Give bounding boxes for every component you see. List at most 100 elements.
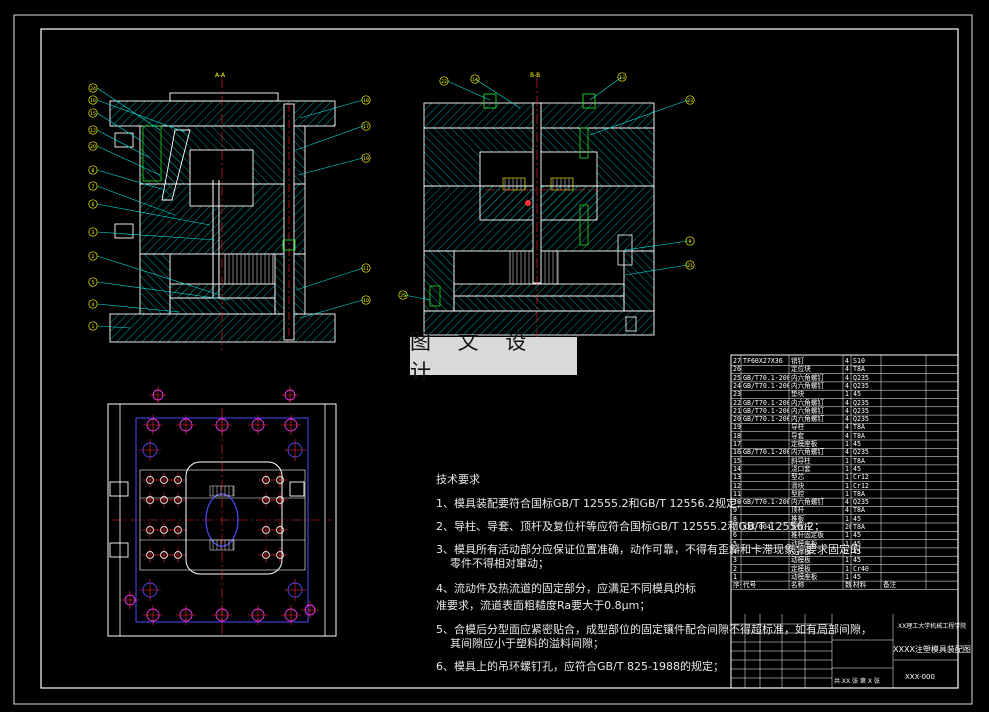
bom-cell-no: 1 [733, 572, 737, 581]
bom-cell-mat: 45 [853, 547, 861, 556]
bom-cell-name: 垫块 [791, 390, 805, 399]
bom-cell-qty: 1 [845, 390, 849, 399]
bom-cell-mat: T8A [853, 489, 865, 498]
bom-row: 19 导柱 4 T8A [732, 423, 958, 431]
bom-row: 17 定模座板 1 45 [732, 440, 958, 448]
drawing-name: XXXX注塑模具装配图 [893, 645, 971, 654]
bom-cell-name: 浇口套 [791, 464, 811, 473]
bom-row: 26 定位块 4 T8A [732, 365, 958, 373]
bom-cell-no: 19 [733, 423, 741, 432]
bom-cell-no: 9 [733, 506, 737, 515]
bom-row: 2 定模板 1 Cr40 [732, 565, 958, 573]
bom-cell-mat: Q235 [853, 498, 869, 507]
bom-cell-qty: 2 [845, 547, 849, 556]
bom-cell-qty: 1 [845, 489, 849, 498]
bom-cell-no: 15 [733, 456, 741, 465]
bom-cell-qty: 20 [845, 523, 851, 531]
bom-cell-name: 斜导柱 [791, 456, 811, 465]
bom-cell-mat: Q235 [853, 406, 869, 415]
bom-row: 8 推板 1 45 [732, 515, 958, 523]
bom-cell-mat: 45 [853, 539, 861, 548]
bom-cell-name: 支撑板 [791, 547, 811, 556]
bom-cell-no: 18 [733, 431, 741, 440]
school-name: XX理工大学机械工程学院 [898, 623, 967, 630]
bom-cell-name: 内六角螺钉 [791, 381, 824, 390]
bom-cell-no: 20 [733, 415, 741, 424]
bom-cell-no: 序号 [733, 581, 741, 590]
bom-cell-code: GB/T70.1-2000 [743, 398, 789, 407]
bom-cell-name: 定模座板 [791, 440, 818, 448]
bom-cell-no: 11 [733, 489, 741, 498]
bom-row: 1 动模座板 1 45 [732, 573, 958, 581]
bom-cell-mat: T8A [853, 365, 865, 374]
bom-cell-qty: 1 [845, 564, 849, 573]
bom-row: 21GB/T70.1-2000内六角螺钉 4 Q235 [732, 407, 958, 415]
bom-cell-qty: 4 [845, 373, 849, 382]
bom-row: 22GB/T70.1-2000内六角螺钉 4 Q235 [732, 399, 958, 407]
bom-cell-qty: 4 [845, 406, 849, 415]
bom-cell-name: 内六角螺钉 [791, 448, 824, 457]
bom-cell-mat: Q235 [853, 448, 869, 457]
bom-cell-mat: Q235 [853, 415, 869, 424]
bom-cell-mat: 45 [853, 572, 861, 581]
bom-cell-mat: T8A [853, 506, 865, 515]
bom-cell-no: 17 [733, 440, 741, 448]
bom-cell-qty: 4 [845, 365, 849, 374]
bom-cell-code: TF60X27X36 [743, 357, 783, 365]
bom-row: 16GB/T70.1-2000内六角螺钉 4 Q235 [732, 448, 958, 456]
bom-cell-qty: 1 [845, 531, 849, 540]
bom-cell-name: 内六角螺钉 [791, 415, 824, 424]
bom-cell-no: 26 [733, 365, 741, 374]
bom-cell-no: 12 [733, 481, 741, 490]
bom-row: 7 XXX-004 复位杆 20 T8A [732, 523, 958, 531]
bom-cell-name: 内六角螺钉 [791, 406, 824, 415]
bom-cell-qty: 1 [845, 514, 849, 523]
bom-row: 9 顶杆 4 T8A [732, 506, 958, 514]
bom-row: 12 滑块 1 Cr12 [732, 482, 958, 490]
bom-cell-qty: 1 [845, 539, 849, 548]
bom-cell-no: 13 [733, 473, 741, 482]
bom-cell-mat: Cr40 [853, 564, 869, 573]
drawing-number: XXX-000 [905, 673, 935, 681]
bom-cell-qty: 4 [845, 357, 849, 365]
bom-cell-no: 3 [733, 556, 737, 565]
bom-cell-name: 销钉 [791, 357, 805, 365]
bom-cell-no: 24 [733, 381, 741, 390]
bom-cell-code: GB/T70.1-2000 [743, 415, 789, 424]
bom-cell-qty: 1 [845, 456, 849, 465]
bom-cell-code: XXX-004 [743, 523, 771, 531]
bom-cell-mat: 材料 [853, 581, 867, 590]
bom-cell-mat: Q235 [853, 373, 869, 382]
bom-cell-name: 导套 [791, 431, 805, 440]
bom-cell-mat: 45 [853, 440, 861, 448]
bom-cell-no: 5 [733, 539, 737, 548]
bom-cell-qty: 4 [845, 398, 849, 407]
bom-cell-mat: Q235 [853, 381, 869, 390]
bom-cell-mat: Cr12 [853, 481, 869, 490]
bom-cell-no: 16 [733, 448, 741, 457]
bom-cell-no: 7 [733, 523, 737, 531]
bom-row: 10GB/T70.1-2000内六角螺钉 4 Q235 [732, 498, 958, 506]
bom-cell-mat: T8A [853, 456, 865, 465]
bom-cell-qty: 4 [845, 506, 849, 515]
bom-cell-mat: 45 [853, 464, 861, 473]
bom-cell-mat: T8A [853, 523, 865, 531]
bom-cell-code: GB/T70.1-2000 [743, 448, 789, 457]
bom-cell-qty: 1 [845, 473, 849, 482]
bom-row: 6 推杆固定板 1 45 [732, 531, 958, 539]
bom-cell-name: 内六角螺钉 [791, 498, 824, 507]
bom-row: 4 支撑板 2 45 [732, 548, 958, 556]
bom-cell-mat: Q235 [853, 398, 869, 407]
bom-cell-no: 22 [733, 398, 741, 407]
bom-cell-name: 型腔 [791, 489, 805, 498]
bom-cell-no: 21 [733, 406, 741, 415]
bom-row: 20GB/T70.1-2000内六角螺钉 4 Q235 [732, 415, 958, 423]
bom-cell-name: 推板 [791, 514, 805, 523]
bom-row: 18 导套 4 T8A [732, 432, 958, 440]
bom-cell-code: GB/T70.1-2000 [743, 498, 789, 507]
bom-cell-name: 型芯 [791, 473, 805, 482]
bom-cell-mat: S10 [853, 357, 865, 365]
bom-row: 11 型腔 1 T8A [732, 490, 958, 498]
bom-row: 24GB/T70.1-2000内六角螺钉 4 Q235 [732, 382, 958, 390]
bom-cell-name: 复位杆 [791, 523, 811, 531]
